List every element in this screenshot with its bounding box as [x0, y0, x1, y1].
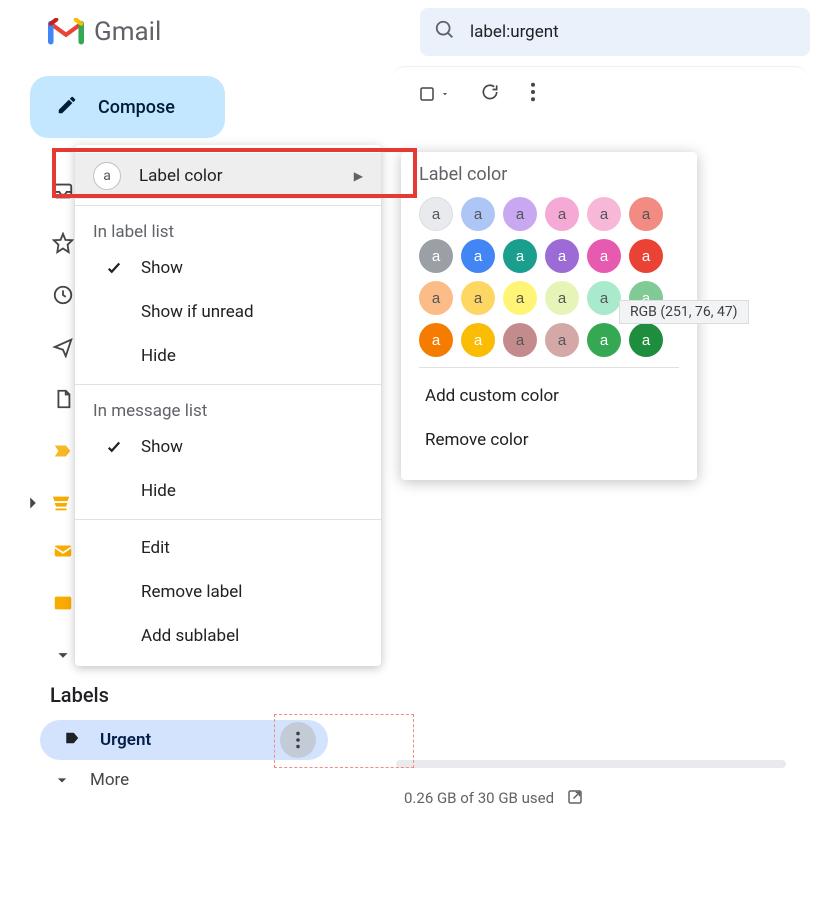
storage-usage[interactable]: 0.26 GB of 30 GB used: [404, 788, 584, 810]
color-swatch[interactable]: a: [587, 323, 621, 357]
menu-item-label: Add sublabel: [141, 626, 363, 646]
color-swatch[interactable]: a: [629, 239, 663, 273]
menu-item-label: Edit: [141, 538, 363, 558]
menu-separator: [75, 384, 381, 385]
menu-separator: [419, 367, 679, 368]
label-tag-icon: [64, 729, 82, 751]
color-swatch[interactable]: a: [419, 323, 453, 357]
color-swatch[interactable]: a: [503, 323, 537, 357]
color-swatch[interactable]: a: [503, 239, 537, 273]
color-swatch[interactable]: a: [461, 239, 495, 273]
label-color-swatch-icon: a: [93, 162, 121, 190]
color-swatch[interactable]: a: [545, 239, 579, 273]
search-query-text: label:urgent: [470, 22, 559, 42]
menu-separator: [75, 205, 381, 206]
color-swatch[interactable]: a: [503, 197, 537, 231]
app-name: Gmail: [94, 17, 161, 47]
color-menu-title: Label color: [419, 164, 679, 185]
color-swatch[interactable]: a: [419, 197, 453, 231]
menu-item-label: Remove label: [141, 582, 363, 602]
menu-item-label-color[interactable]: a Label color ▶: [75, 153, 381, 199]
open-external-icon: [566, 792, 584, 810]
nav-other-icon[interactable]: [52, 592, 74, 618]
color-swatch[interactable]: a: [587, 239, 621, 273]
app-header: Gmail label:urgent: [0, 0, 830, 76]
menu-item-edit[interactable]: Edit: [75, 526, 381, 570]
categories-expand[interactable]: [22, 492, 74, 514]
color-tooltip: RGB (251, 76, 47): [619, 300, 749, 324]
compose-button[interactable]: Compose: [30, 76, 225, 138]
color-swatch[interactable]: a: [419, 281, 453, 315]
menu-item-remove-label[interactable]: Remove label: [75, 570, 381, 614]
menu-item-label: Show: [141, 437, 363, 457]
chevron-down-icon[interactable]: [52, 644, 74, 670]
menu-item-label: Hide: [141, 346, 363, 366]
sent-icon[interactable]: [52, 336, 74, 362]
color-swatch[interactable]: a: [419, 239, 453, 273]
horizontal-scrollbar[interactable]: [396, 760, 786, 768]
remove-color[interactable]: Remove color: [419, 418, 679, 462]
vertical-dots-icon: [530, 82, 536, 102]
storage-text: 0.26 GB of 30 GB used: [404, 789, 554, 807]
menu-item-hide[interactable]: Hide: [75, 334, 381, 378]
color-swatch[interactable]: a: [587, 281, 621, 315]
pencil-icon: [56, 94, 78, 120]
important-icon[interactable]: [52, 440, 74, 466]
labels-heading-text: Labels: [50, 683, 109, 707]
star-icon[interactable]: [52, 232, 74, 258]
inbox-icon[interactable]: [52, 180, 74, 206]
menu-item-hide-msg[interactable]: Hide: [75, 469, 381, 513]
label-context-menu: a Label color ▶ In label list Show Show …: [75, 145, 381, 666]
select-all-checkbox[interactable]: [418, 85, 450, 103]
gmail-logo-icon: [48, 18, 84, 46]
color-swatch[interactable]: a: [629, 323, 663, 357]
color-grid: aaaaaaaaaaaaaaaaaaaaaaaa: [419, 197, 679, 357]
label-name: Urgent: [100, 730, 151, 750]
menu-item-label: Show if unread: [141, 302, 363, 322]
add-custom-color[interactable]: Add custom color: [419, 374, 679, 418]
color-swatch[interactable]: a: [587, 197, 621, 231]
menu-separator: [75, 519, 381, 520]
label-more-button[interactable]: [280, 722, 316, 758]
color-swatch[interactable]: a: [461, 197, 495, 231]
menu-item-label: Show: [141, 258, 363, 278]
caret-right-icon: ▶: [354, 169, 363, 183]
more-label: More: [90, 770, 129, 790]
snoozed-icon[interactable]: [52, 284, 74, 310]
vertical-dots-icon: [295, 731, 301, 749]
refresh-icon: [480, 82, 500, 102]
mail-toolbar: [400, 70, 554, 118]
menu-item-label: Label color: [139, 166, 354, 186]
chevron-down-icon: [52, 770, 72, 790]
nav-mail-icon[interactable]: [52, 540, 74, 566]
color-swatch[interactable]: a: [545, 197, 579, 231]
search-bar[interactable]: label:urgent: [420, 8, 810, 56]
sidebar-nav: [52, 180, 74, 670]
compose-label: Compose: [98, 97, 175, 118]
caret-down-icon: [440, 89, 450, 99]
menu-item-show-msg[interactable]: Show: [75, 425, 381, 469]
gmail-logo[interactable]: Gmail: [48, 17, 161, 47]
menu-item-add-sublabel[interactable]: Add sublabel: [75, 614, 381, 658]
check-icon: [103, 259, 125, 277]
menu-item-show[interactable]: Show: [75, 246, 381, 290]
search-icon: [434, 19, 456, 45]
label-item-urgent[interactable]: Urgent: [40, 720, 328, 760]
color-swatch[interactable]: a: [461, 323, 495, 357]
color-swatch[interactable]: a: [461, 281, 495, 315]
toolbar-more-button[interactable]: [530, 82, 536, 106]
check-icon: [103, 438, 125, 456]
menu-item-label: Hide: [141, 481, 363, 501]
menu-group-in-message-list: In message list: [75, 391, 381, 425]
color-swatch[interactable]: a: [545, 323, 579, 357]
color-swatch[interactable]: a: [629, 197, 663, 231]
refresh-button[interactable]: [480, 82, 500, 106]
color-swatch[interactable]: a: [545, 281, 579, 315]
color-swatch[interactable]: a: [503, 281, 537, 315]
drafts-icon[interactable]: [52, 388, 74, 414]
menu-group-in-label-list: In label list: [75, 212, 381, 246]
menu-item-show-if-unread[interactable]: Show if unread: [75, 290, 381, 334]
sidebar-more[interactable]: More: [52, 770, 129, 790]
